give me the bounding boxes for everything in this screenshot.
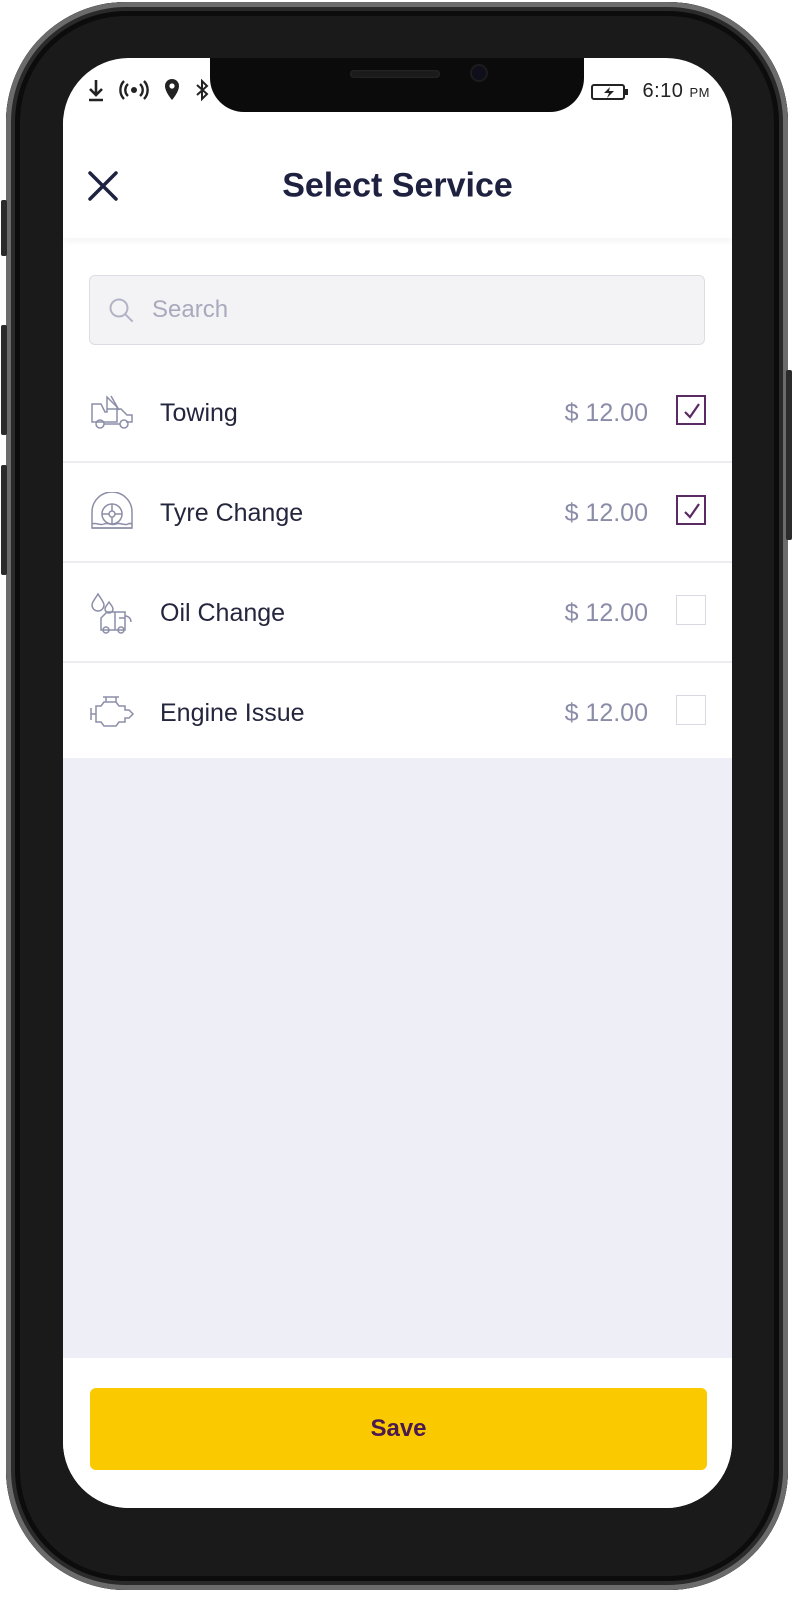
service-list: Towing $ 12.00 Tyre Change $ 12.00 Oil C…	[63, 363, 732, 761]
service-price: $ 12.00	[564, 599, 648, 627]
service-row-towing[interactable]: Towing $ 12.00	[63, 363, 732, 463]
download-icon	[89, 80, 103, 102]
service-checkbox-tyre-change[interactable]	[676, 495, 706, 525]
checkmark-icon	[684, 403, 700, 419]
speaker-grille	[350, 70, 440, 78]
service-label: Towing	[160, 399, 238, 427]
clock: 6:10 PM	[642, 80, 710, 102]
search-box[interactable]	[89, 275, 705, 345]
tyre-icon	[91, 492, 133, 529]
front-camera	[472, 66, 486, 80]
service-row-oil-change[interactable]: Oil Change $ 12.00	[63, 563, 732, 663]
screen: 6:10 PM Select Service Search Towing $ 1…	[63, 58, 732, 1508]
engine-icon	[90, 696, 135, 727]
tow-truck-icon	[91, 395, 133, 429]
service-label: Tyre Change	[160, 499, 304, 527]
search-icon	[109, 298, 133, 322]
search-input[interactable]	[150, 295, 674, 325]
volume-up-button	[1, 325, 7, 435]
oil-change-icon	[91, 592, 132, 634]
page-title: Select Service	[282, 166, 513, 205]
service-price: $ 12.00	[564, 499, 648, 527]
notch	[210, 58, 584, 112]
service-row-engine-issue[interactable]: Engine Issue $ 12.00	[63, 663, 732, 761]
service-price: $ 12.00	[564, 699, 648, 727]
battery-charging-icon	[590, 83, 628, 100]
save-button[interactable]: Save	[90, 1388, 707, 1470]
service-label: Engine Issue	[160, 699, 305, 727]
footer: Save	[63, 1358, 732, 1508]
hotspot-icon	[119, 80, 149, 100]
volume-down-button	[1, 465, 7, 575]
service-label: Oil Change	[160, 599, 286, 627]
service-row-tyre-change[interactable]: Tyre Change $ 12.00	[63, 463, 732, 563]
service-checkbox-oil-change[interactable]	[676, 595, 706, 625]
side-button	[1, 200, 7, 256]
service-checkbox-towing[interactable]	[676, 395, 706, 425]
service-checkbox-engine-issue[interactable]	[676, 695, 706, 725]
empty-area	[63, 758, 732, 1358]
power-button	[786, 370, 792, 540]
location-icon	[165, 79, 179, 100]
bluetooth-icon	[196, 78, 209, 102]
checkmark-icon	[684, 503, 700, 519]
service-price: $ 12.00	[564, 399, 648, 427]
header: Select Service	[63, 118, 732, 238]
